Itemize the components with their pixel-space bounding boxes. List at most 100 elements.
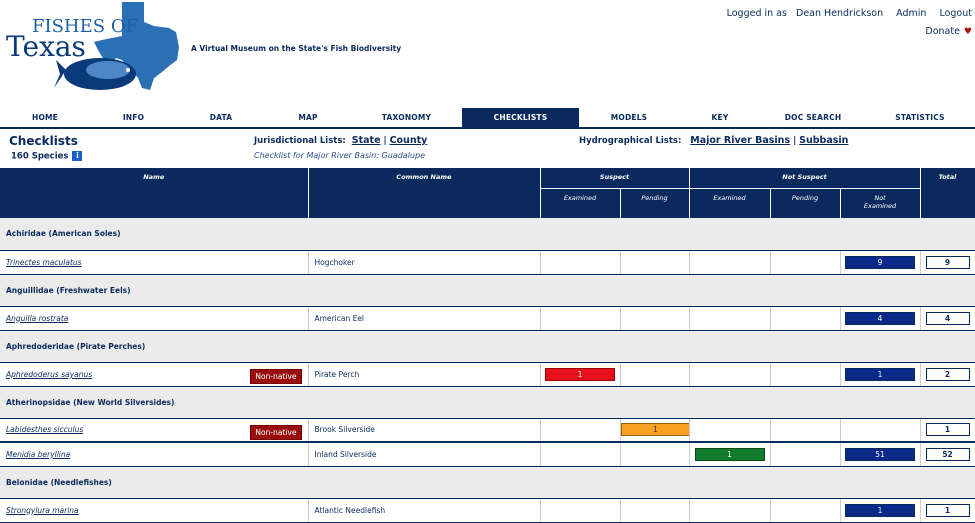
ns-pending-cell [770, 442, 841, 467]
header-suspect-pending[interactable]: Pending [620, 188, 690, 218]
species-link[interactable]: Menidia beryllina [6, 450, 70, 459]
total-cell-count[interactable]: 52 [925, 447, 970, 461]
state-link[interactable]: State [352, 135, 381, 146]
species-name-cell: Strongylura marina [0, 498, 309, 523]
species-row: Trinectes maculatus Hogchoker 9 9 [0, 250, 975, 275]
tab-taxonomy[interactable]: TAXONOMY [351, 108, 462, 127]
site-tagline: A Virtual Museum on the State's Fish Bio… [191, 44, 402, 53]
ns-examined-cell-count[interactable]: 1 [694, 447, 765, 461]
suspect-examined-cell [540, 250, 621, 275]
subbasin-link[interactable]: Subbasin [799, 135, 848, 146]
suspect-examined-cell [540, 306, 621, 331]
checklist-body: Achiridae (American Soles) Trinectes macu… [0, 218, 975, 523]
tab-map[interactable]: MAP [265, 108, 351, 127]
suspect-pending-cell [620, 306, 690, 331]
suspect-pending-cell-count[interactable]: 1 [620, 423, 691, 437]
total-cell-count[interactable]: 1 [925, 423, 970, 437]
total-cell: 1 [920, 418, 975, 443]
main-nav: HOME INFO DATA MAP TAXONOMY CHECKLISTS M… [0, 108, 975, 129]
suspect-examined-cell [540, 498, 621, 523]
total-cell-count[interactable]: 1 [925, 503, 970, 517]
total-cell-count[interactable]: 4 [925, 311, 970, 325]
header-common-name[interactable]: Common Name [308, 168, 541, 218]
header-ns-examined[interactable]: Examined [689, 188, 771, 218]
header-suspect: Suspect [540, 168, 690, 189]
suspect-examined-cell [540, 442, 621, 467]
total-cell: 9 [920, 250, 975, 275]
common-name: Pirate Perch [308, 362, 541, 387]
admin-link[interactable]: Admin [896, 8, 926, 19]
info-icon[interactable]: i [72, 151, 83, 161]
ns-examined-cell [689, 418, 771, 443]
species-name-cell: Labidesthes sicculus Non-native [0, 418, 309, 443]
family-name: Anguillidae (Freshwater Eels) [0, 274, 975, 307]
species-row: Aphredoderus sayanus Non-native Pirate Per… [0, 362, 975, 387]
non-native-badge: Non-native [250, 424, 302, 440]
tab-data[interactable]: DATA [177, 108, 265, 127]
header-ns-not-examined[interactable]: Not Examined [840, 188, 921, 218]
common-name: Atlantic Needlefish [308, 498, 541, 523]
ns-not-examined-cell-count[interactable]: 9 [845, 255, 916, 269]
user-name-link[interactable]: Dean Hendrickson [796, 8, 883, 19]
ns-pending-cell [770, 362, 841, 387]
ns-not-examined-cell-count[interactable]: 1 [845, 503, 916, 517]
species-row: Labidesthes sicculus Non-native Brook Silv… [0, 418, 975, 443]
family-row: Anguillidae (Freshwater Eels) [0, 274, 975, 307]
separator: | [383, 136, 387, 146]
header-total[interactable]: Total [920, 168, 975, 218]
common-name: Inland Silverside [308, 442, 541, 467]
family-name: Aphredoderidae (Pirate Perches) [0, 330, 975, 363]
total-cell-count[interactable]: 9 [925, 255, 970, 269]
header-not-line1: Not [874, 193, 886, 202]
common-name: American Eel [308, 306, 541, 331]
ns-not-examined-cell-count[interactable]: 51 [845, 447, 916, 461]
county-link[interactable]: County [390, 135, 428, 146]
suspect-pending-cell [620, 498, 690, 523]
ns-not-examined-cell: 9 [840, 250, 921, 275]
species-link[interactable]: Anguilla rostrata [6, 314, 68, 323]
ns-not-examined-cell-count[interactable]: 1 [845, 367, 916, 381]
ns-not-examined-cell: 1 [840, 362, 921, 387]
ns-not-examined-cell-count[interactable]: 4 [845, 311, 916, 325]
header-ns-pending[interactable]: Pending [770, 188, 841, 218]
header-name[interactable]: Name [0, 168, 309, 218]
family-name: Belonidae (Needlefishes) [0, 466, 975, 499]
hydrographical-lists: Hydrographical Lists: Major River Basins… [579, 135, 848, 146]
species-name-cell: Trinectes maculatus [0, 250, 309, 275]
user-menu: Logged in as Dean Hendrickson Admin Logo… [721, 8, 972, 37]
family-row: Aphredoderidae (Pirate Perches) [0, 330, 975, 363]
tab-statistics[interactable]: STATISTICS [865, 108, 975, 127]
header-not-suspect: Not Suspect [689, 168, 921, 189]
major-river-basins-link[interactable]: Major River Basins [690, 135, 790, 146]
donate-link[interactable]: Donate [925, 26, 960, 37]
species-link[interactable]: Labidesthes sicculus [6, 425, 83, 434]
species-link[interactable]: Trinectes maculatus [6, 258, 82, 267]
tab-home[interactable]: HOME [0, 108, 90, 127]
suspect-pending-cell [620, 442, 690, 467]
tab-doc-search[interactable]: DOC SEARCH [761, 108, 865, 127]
species-link[interactable]: Aphredoderus sayanus [6, 370, 92, 379]
species-name-cell: Aphredoderus sayanus Non-native [0, 362, 309, 387]
jurisdictional-label: Jurisdictional Lists: [254, 136, 346, 146]
tab-key[interactable]: KEY [679, 108, 761, 127]
logout-link[interactable]: Logout [939, 8, 972, 19]
common-name: Brook Silverside [308, 418, 541, 443]
suspect-pending-cell [620, 362, 690, 387]
family-row: Atherinopsidae (New World Silversides) [0, 386, 975, 419]
species-count-label: 160 Species [11, 151, 69, 162]
tab-checklists[interactable]: CHECKLISTS [462, 108, 579, 127]
species-name-cell: Menidia beryllina [0, 442, 309, 467]
tab-models[interactable]: MODELS [579, 108, 679, 127]
total-cell-count[interactable]: 2 [925, 367, 970, 381]
fishes-of-texas-logo[interactable]: FISHES OF Texas [4, 2, 184, 96]
family-name: Achiridae (American Soles) [0, 218, 975, 251]
tab-info[interactable]: INFO [90, 108, 177, 127]
suspect-examined-cell-count[interactable]: 1 [545, 367, 615, 381]
header-suspect-examined[interactable]: Examined [540, 188, 621, 218]
suspect-pending-cell: 1 [620, 418, 691, 443]
ns-examined-cell [689, 306, 771, 331]
species-link[interactable]: Strongylura marina [6, 506, 79, 515]
ns-pending-cell [770, 418, 841, 443]
ns-examined-cell: 1 [689, 442, 771, 467]
ns-not-examined-cell: 4 [840, 306, 921, 331]
